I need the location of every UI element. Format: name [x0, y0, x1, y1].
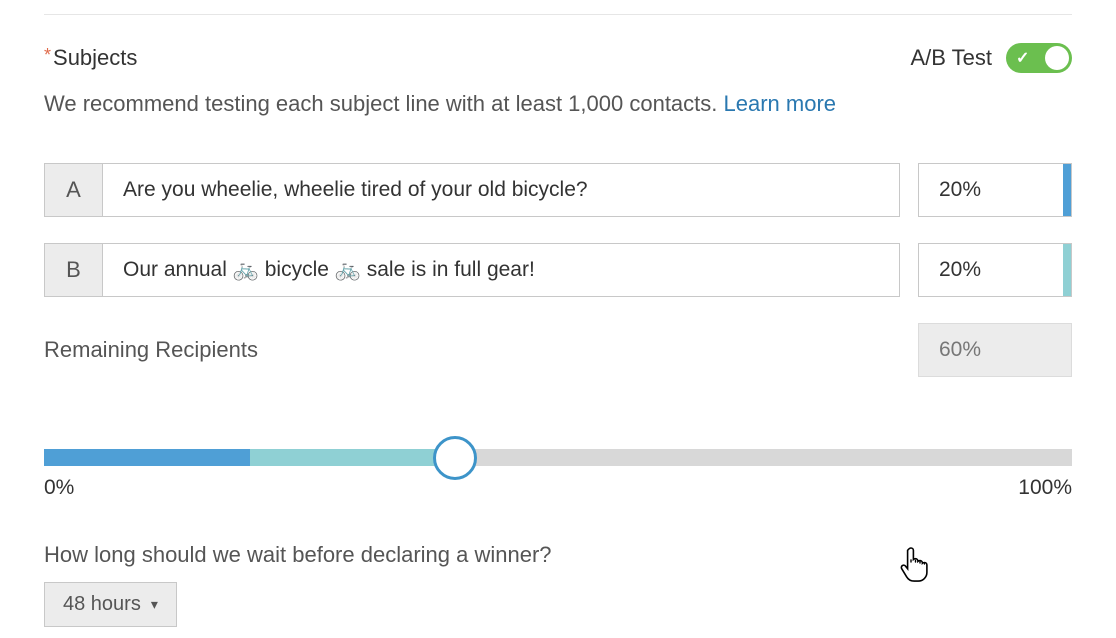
percent-value-b: 20%: [919, 258, 981, 282]
help-text-row: We recommend testing each subject line w…: [44, 91, 1072, 117]
percent-stripe-a: [1063, 164, 1071, 216]
learn-more-link[interactable]: Learn more: [724, 91, 837, 116]
winner-wait-selected: 48 hours: [63, 593, 141, 616]
allocation-slider[interactable]: [44, 449, 1072, 466]
subjects-header: *Subjects A/B Test ✓: [44, 43, 1072, 73]
subjects-label: *Subjects: [44, 45, 137, 71]
slider-handle[interactable]: [433, 436, 477, 480]
subject-input-b[interactable]: [103, 244, 899, 296]
section-divider: [44, 14, 1072, 15]
percent-box-b: 20%: [918, 243, 1072, 297]
subjects-label-text: Subjects: [53, 45, 137, 70]
toggle-knob: [1045, 46, 1069, 70]
remaining-row: Remaining Recipients 60%: [44, 323, 1072, 377]
remaining-percent-box: 60%: [918, 323, 1072, 377]
slider-track: [44, 449, 1072, 466]
percent-value-a: 20%: [919, 178, 981, 202]
subject-input-a[interactable]: [103, 164, 899, 216]
percent-stripe-b: [1063, 244, 1071, 296]
help-text: We recommend testing each subject line w…: [44, 91, 724, 116]
abtest-toggle[interactable]: ✓: [1006, 43, 1072, 73]
winner-wait-question: How long should we wait before declaring…: [44, 542, 1072, 568]
slider-labels: 0% 100%: [44, 476, 1072, 500]
check-icon: ✓: [1016, 48, 1029, 68]
variant-a-letter: A: [45, 164, 103, 216]
abtest-label: A/B Test: [910, 45, 992, 71]
slider-segment-a: [44, 449, 250, 466]
slider-segment-b: [250, 449, 456, 466]
variant-b-box: B: [44, 243, 900, 297]
abtest-toggle-group: A/B Test ✓: [910, 43, 1072, 73]
winner-wait-select[interactable]: 48 hours ▾: [44, 582, 177, 627]
remaining-label: Remaining Recipients: [44, 337, 258, 363]
slider-min-label: 0%: [44, 476, 74, 500]
variant-b-letter: B: [45, 244, 103, 296]
subject-row-b: B 20%: [44, 243, 1072, 297]
percent-box-a: 20%: [918, 163, 1072, 217]
required-asterisk: *: [44, 45, 51, 65]
remaining-percent-value: 60%: [939, 338, 981, 362]
subject-row-a: A 20%: [44, 163, 1072, 217]
slider-max-label: 100%: [1018, 476, 1072, 500]
chevron-down-icon: ▾: [151, 596, 158, 613]
variant-a-box: A: [44, 163, 900, 217]
